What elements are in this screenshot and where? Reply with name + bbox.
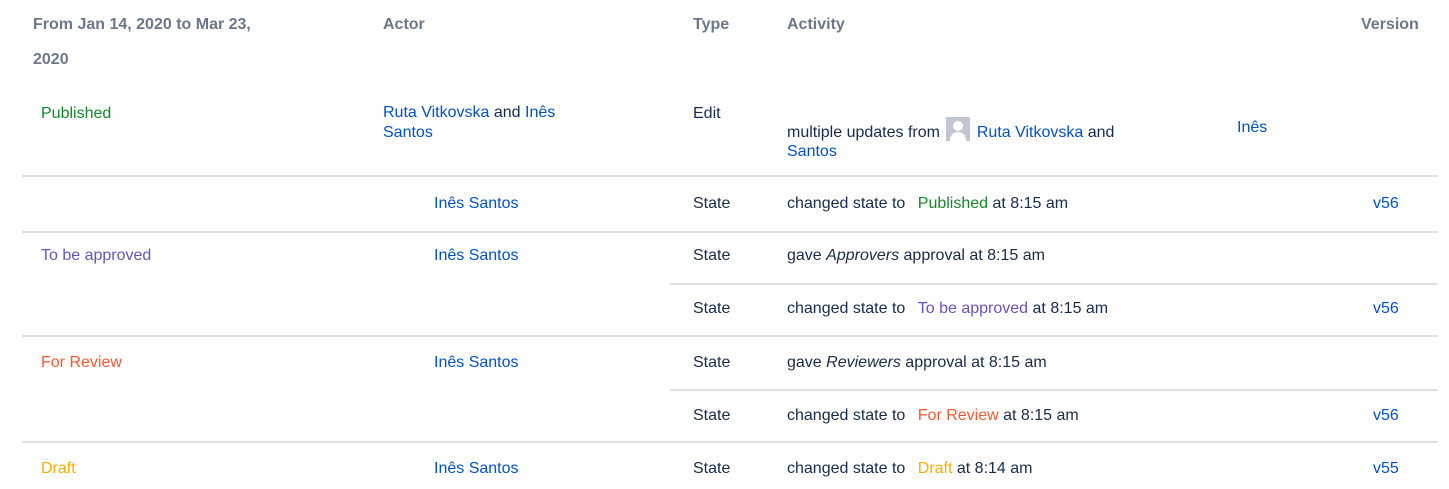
header-date-range: From Jan 14, 2020 to Mar 23, 2020 <box>33 14 251 71</box>
actor-link-ines[interactable]: Inês <box>525 104 555 121</box>
activity-state-change: changed state to Published at 8:15 am <box>787 193 1068 215</box>
header-activity: Activity <box>787 16 845 33</box>
header-actor: Actor <box>383 16 425 33</box>
row-type-state: State <box>693 407 731 424</box>
activity-prefix: gave <box>787 354 822 371</box>
row-type-state: State <box>693 300 731 317</box>
activity-prefix: multiple updates from <box>787 124 940 141</box>
activity-suffix: at 8:15 am <box>992 195 1069 212</box>
activity-approval: gave Approvers approval at 8:15 am <box>787 245 1045 267</box>
row-type-state: State <box>693 247 731 264</box>
group-divider <box>22 335 1438 337</box>
activity-group-reviewers: Reviewers <box>826 354 901 371</box>
version-link[interactable]: v55 <box>1373 458 1399 480</box>
group-divider <box>22 231 1438 233</box>
header-date-range-line2: 2020 <box>33 51 69 68</box>
actor-link-ruta[interactable]: Ruta Vitkovska <box>383 104 489 121</box>
actor-link[interactable]: Inês Santos <box>434 193 519 215</box>
version-link[interactable]: v56 <box>1373 193 1399 215</box>
row-type-state: State <box>693 460 731 477</box>
group-divider <box>22 441 1438 443</box>
activity-state-change: changed state to Draft at 8:14 am <box>787 458 1033 480</box>
activity-prefix: changed state to <box>787 460 906 477</box>
activity-suffix: at 8:15 am <box>1032 300 1109 317</box>
actor-and: and <box>493 104 521 121</box>
activity-state-published: Published <box>917 195 989 212</box>
group-state-draft: Draft <box>41 460 76 477</box>
header-date-range-line1: From Jan 14, 2020 to Mar 23, <box>33 16 251 33</box>
activity-state-change: changed state to To be approved at 8:15 … <box>787 298 1108 320</box>
activity-prefix: changed state to <box>787 195 906 212</box>
version-link[interactable]: v56 <box>1373 298 1399 320</box>
activity-state-draft: Draft <box>917 460 953 477</box>
row-divider <box>22 175 1438 177</box>
row-type-state: State <box>693 195 731 212</box>
activity-suffix: at 8:15 am <box>1003 407 1079 424</box>
actor-link-ines-cont[interactable]: Santos <box>383 124 433 141</box>
group-state-published: Published <box>41 105 112 122</box>
activity-suffix: approval at 8:15 am <box>903 247 1045 264</box>
user-avatar-icon <box>946 117 971 141</box>
activity-suffix: approval at 8:15 am <box>905 354 1047 371</box>
activity-state-to-be-approved: To be approved <box>917 300 1029 317</box>
activity-state-for-review: For Review <box>917 407 999 424</box>
activity-state-change: changed state to For Review at 8:15 am <box>787 405 1079 427</box>
edit-actors: Ruta Vitkovska and Inês Santos <box>383 103 643 143</box>
actor-link[interactable]: Inês Santos <box>434 352 519 374</box>
activity-approval: gave Reviewers approval at 8:15 am <box>787 352 1047 374</box>
activity-group-approvers: Approvers <box>826 247 900 264</box>
row-divider <box>670 389 1438 391</box>
group-state-for-review: For Review <box>41 354 122 371</box>
version-link[interactable]: v56 <box>1373 405 1399 427</box>
activity-and: and <box>1087 124 1115 141</box>
row-type-edit: Edit <box>693 105 721 122</box>
row-divider <box>670 283 1438 285</box>
activity-prefix: gave <box>787 247 822 264</box>
header-type: Type <box>693 16 730 33</box>
activity-suffix: at 8:14 am <box>956 460 1033 477</box>
group-state-to-be-approved: To be approved <box>41 247 152 264</box>
activity-actor-ruta[interactable]: Ruta Vitkovska <box>977 124 1083 141</box>
activity-prefix: changed state to <box>787 407 906 424</box>
activity-actor-ines[interactable]: Inês <box>1237 117 1267 139</box>
actor-link[interactable]: Inês Santos <box>434 245 519 267</box>
row-type-state: State <box>693 354 731 371</box>
activity-prefix: changed state to <box>787 300 906 317</box>
actor-link[interactable]: Inês Santos <box>434 458 519 480</box>
header-version: Version <box>1361 16 1419 33</box>
activity-actor-ines-cont[interactable]: Santos <box>787 141 837 163</box>
edit-activity-line1: multiple updates from Ruta Vitkovska and <box>787 117 1114 144</box>
